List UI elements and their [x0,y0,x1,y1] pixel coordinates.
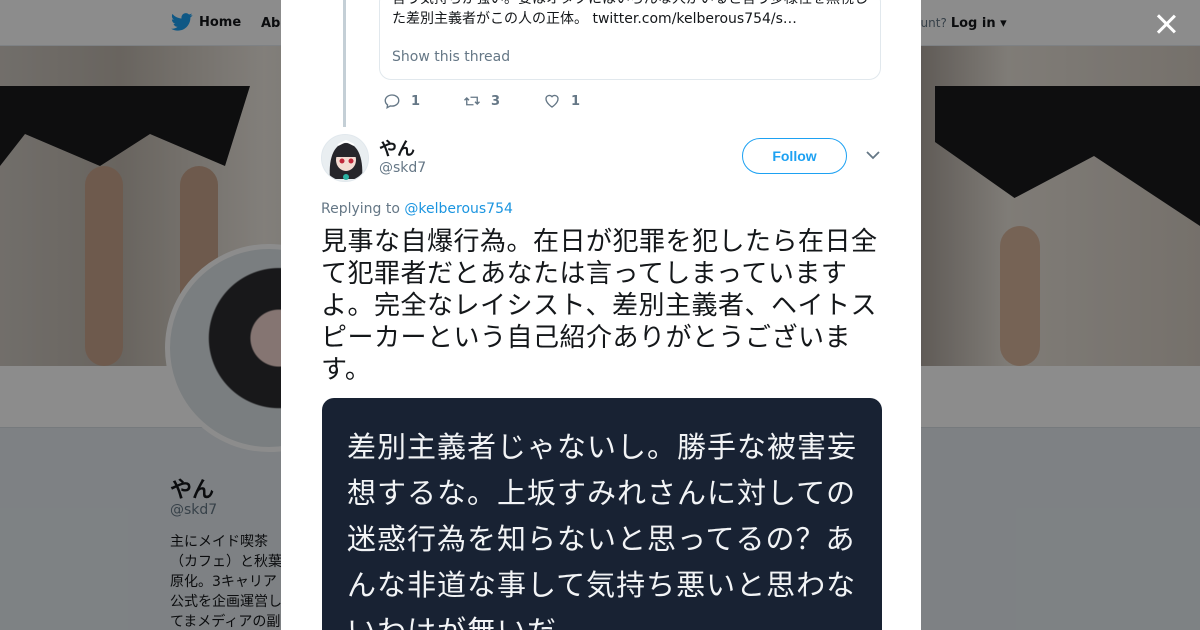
reply-count: 1 [411,93,421,109]
retweet-button[interactable]: 3 [463,92,543,110]
quoted-tweet-link[interactable]: twitter.com/kelberous754/s… [592,11,796,27]
quoted-tweet-card[interactable]: 言う気持ちが強い。要はオタクにはいろんな人がいると言う多様性を無視し た差別主義… [379,0,881,80]
reply-icon [384,94,400,110]
quoted-tweet-line-2-text: た差別主義者がこの人の正体。 [392,11,588,27]
reply-button[interactable]: 1 [383,92,463,110]
follow-button[interactable]: Follow [742,138,847,174]
retweet-count: 3 [491,93,501,109]
like-button[interactable]: 1 [543,92,623,110]
tweet-media-text: 差別主義者じゃないし。勝手な被害妄想するな。上坂すみれさんに対しての迷惑行為を知… [347,430,858,630]
replying-to-prefix: Replying to [321,201,400,217]
quoted-tweet-line-1: 言う気持ちが強い。要はオタクにはいろんな人がいると言う多様性を無視し [392,0,872,9]
like-count: 1 [571,93,581,109]
show-thread-link[interactable]: Show this thread [392,49,510,65]
close-icon[interactable] [1152,10,1180,38]
tweet-actions: 1 3 1 [383,92,623,110]
quoted-tweet-text: 言う気持ちが強い。要はオタクにはいろんな人がいると言う多様性を無視し た差別主義… [392,0,872,29]
tweet-author-row: やん @skd7 Follow [321,134,881,184]
author-avatar[interactable] [321,134,369,182]
thread-connector-line [343,0,346,127]
replying-to-mention[interactable]: @kelberous754 [404,201,513,217]
author-handle[interactable]: @skd7 [379,160,426,176]
tweet-media-image[interactable]: 差別主義者じゃないし。勝手な被害妄想するな。上坂すみれさんに対しての迷惑行為を知… [322,398,882,630]
tweet-text: 見事な自爆行為。在日が犯罪を犯したら在日全て犯罪者だとあなたは言ってしまっていま… [321,227,878,385]
like-icon [545,94,559,108]
quoted-tweet-line-2: た差別主義者がこの人の正体。 twitter.com/kelberous754/… [392,9,872,29]
replying-to-line: Replying to @kelberous754 [321,201,513,217]
chevron-down-icon[interactable] [866,150,880,160]
retweet-icon [464,96,480,106]
author-avatar-illustration [322,135,368,181]
author-name[interactable]: やん [379,135,415,161]
tweet-modal: 言う気持ちが強い。要はオタクにはいろんな人がいると言う多様性を無視し た差別主義… [281,0,921,630]
